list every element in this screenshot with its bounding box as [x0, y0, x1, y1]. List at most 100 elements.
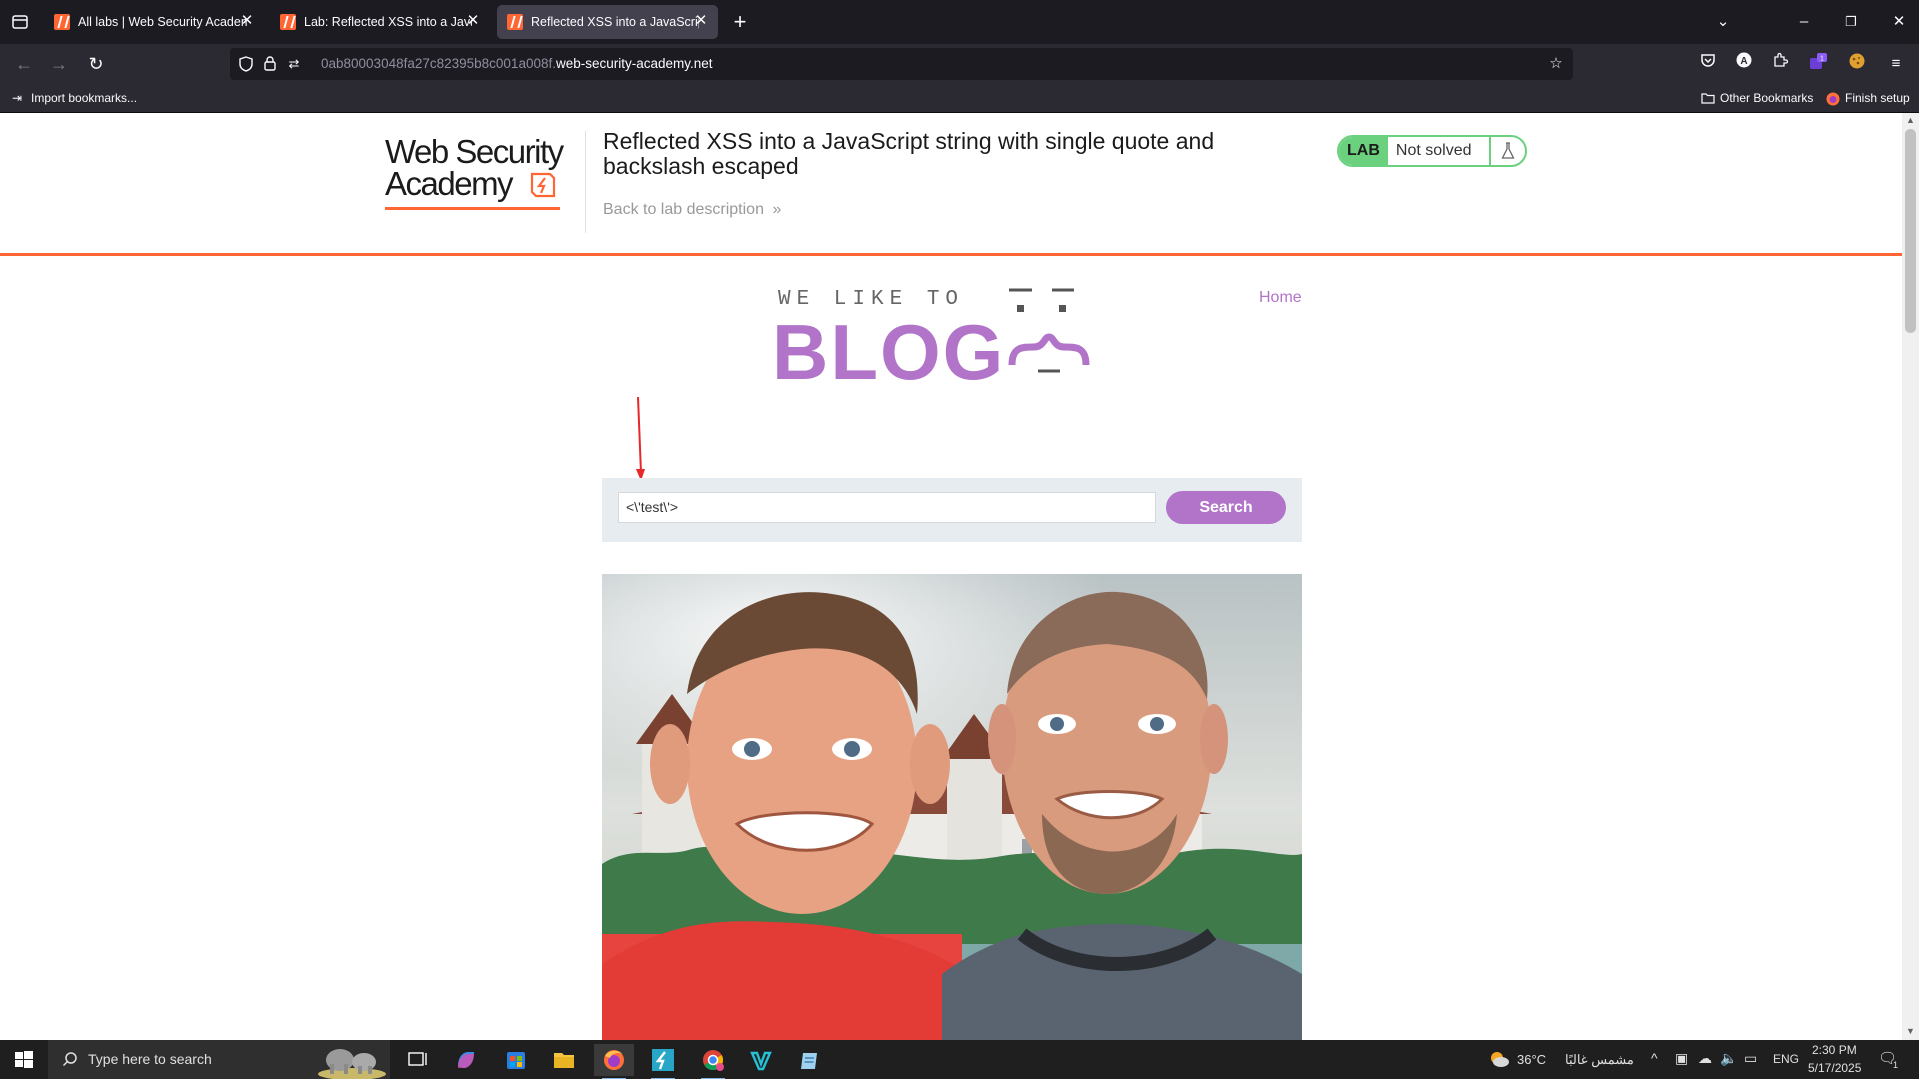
portswigger-favicon-icon: [54, 14, 70, 30]
close-window-icon[interactable]: ✕: [1885, 8, 1913, 36]
forward-arrow-icon[interactable]: →: [47, 52, 71, 76]
close-tab-icon[interactable]: ✕: [238, 12, 256, 30]
lab-badge: LAB: [1339, 137, 1388, 165]
page-permissions-icon[interactable]: ⇄: [286, 56, 302, 72]
onedrive-icon[interactable]: ☁: [1698, 1050, 1712, 1067]
windows-start-icon[interactable]: [0, 1040, 48, 1079]
tab-title: All labs | Web Security Academy: [78, 15, 248, 29]
import-bookmarks-label: Import bookmarks...: [31, 91, 138, 105]
search-icon: [62, 1052, 77, 1067]
web-security-academy-logo[interactable]: Web Security Academy: [385, 133, 575, 217]
folder-icon: [1701, 92, 1715, 104]
pocket-icon[interactable]: [1696, 52, 1720, 76]
taskbar-search-box[interactable]: Type here to search: [48, 1040, 390, 1079]
task-view-icon[interactable]: [396, 1044, 436, 1076]
back-arrow-icon[interactable]: ←: [12, 52, 36, 76]
tab-title: Reflected XSS into a JavaScript s: [531, 15, 699, 29]
portswigger-favicon-icon: [280, 14, 296, 30]
flask-icon: [1491, 137, 1525, 165]
svg-text:A: A: [1740, 56, 1747, 67]
double-chevron-right-icon: »: [772, 201, 782, 218]
logo-underline: [385, 207, 560, 210]
firefox-icon: [1826, 92, 1840, 106]
svg-text:1: 1: [1820, 56, 1824, 63]
url-domain: web-security-academy.net: [555, 56, 713, 71]
screen: All labs | Web Security Academy ✕ Lab: R…: [0, 0, 1919, 1079]
search-button[interactable]: Search: [1166, 491, 1286, 524]
annotation-arrow: [636, 397, 645, 481]
page-scrollbar[interactable]: ▲ ▼: [1902, 113, 1919, 1040]
burp-suite-icon[interactable]: [643, 1044, 683, 1079]
weather-description[interactable]: مشمس غالبًا: [1565, 1052, 1634, 1068]
meet-now-icon[interactable]: ▣: [1675, 1050, 1688, 1067]
finish-setup-label: Finish setup: [1845, 91, 1910, 105]
portswigger-favicon-icon: [507, 14, 523, 30]
tab-bar: All labs | Web Security Academy ✕ Lab: R…: [0, 0, 1919, 44]
windows-taskbar: Type here to search 36°C مشمس غالبًا ^ ▣…: [0, 1040, 1919, 1079]
import-icon: ⇥: [12, 91, 23, 105]
search-panel: <\'test\'> Search: [602, 478, 1302, 542]
tab-lab-page[interactable]: Reflected XSS into a JavaScript s ✕: [497, 5, 718, 39]
microsoft-store-icon[interactable]: [496, 1044, 536, 1076]
weather-temperature[interactable]: 36°C: [1517, 1052, 1546, 1067]
blog-post-image[interactable]: [602, 574, 1302, 1040]
extensions-puzzle-icon[interactable]: [1768, 52, 1792, 76]
menu-hamburger-icon[interactable]: ≡: [1884, 52, 1908, 76]
tab-title: Lab: Reflected XSS into a JavaSc: [304, 15, 472, 29]
url-subdomain: 0ab80003048fa27c82395b8c001a008f.: [321, 56, 556, 71]
chrome-icon[interactable]: [693, 1044, 733, 1079]
lab-status-text: Not solved: [1388, 137, 1492, 165]
header-divider: [585, 131, 586, 233]
back-to-lab-description-link[interactable]: Back to lab description »: [603, 201, 781, 219]
list-all-tabs-icon[interactable]: ⌄: [1709, 8, 1737, 36]
network-icon[interactable]: ▭: [1744, 1050, 1757, 1067]
url-text[interactable]: 0ab80003048fa27c82395b8c001a008f.web-sec…: [321, 56, 713, 71]
lock-icon[interactable]: [262, 56, 278, 72]
blog-logo-word: BLOG: [772, 308, 1006, 396]
reload-icon[interactable]: ↻: [84, 52, 108, 76]
account-icon[interactable]: A: [1732, 52, 1756, 76]
other-bookmarks-item[interactable]: Other Bookmarks: [1701, 91, 1813, 105]
finish-setup-item[interactable]: Finish setup: [1826, 91, 1910, 106]
close-tab-icon[interactable]: ✕: [692, 12, 710, 30]
volume-icon[interactable]: 🔈: [1720, 1050, 1737, 1067]
shield-icon[interactable]: [238, 56, 254, 72]
scroll-down-icon[interactable]: ▼: [1906, 1027, 1915, 1036]
language-indicator[interactable]: ENG: [1773, 1052, 1799, 1066]
tab-lab-description[interactable]: Lab: Reflected XSS into a JavaSc ✕: [270, 5, 490, 39]
show-hidden-icons-chevron-icon[interactable]: ^: [1651, 1050, 1658, 1066]
bookmark-star-icon[interactable]: ☆: [1548, 56, 1564, 72]
copilot-icon[interactable]: [446, 1044, 486, 1076]
cookie-extension-icon[interactable]: [1845, 52, 1869, 76]
close-tab-icon[interactable]: ✕: [464, 12, 482, 30]
clock-time[interactable]: 2:30 PM: [1812, 1043, 1857, 1057]
page-viewport: Web Security Academy Reflected XSS into …: [0, 113, 1919, 1040]
new-tab-button[interactable]: +: [727, 9, 753, 35]
file-explorer-icon[interactable]: [544, 1044, 584, 1076]
tab-list-icon[interactable]: [8, 10, 32, 34]
other-bookmarks-label: Other Bookmarks: [1720, 91, 1814, 105]
logo-line-2: Academy: [385, 165, 514, 202]
search-input[interactable]: <\'test\'>: [618, 492, 1156, 523]
firefox-taskbar-icon[interactable]: [594, 1044, 634, 1079]
lab-status-widget: LAB Not solved: [1337, 135, 1528, 167]
restore-icon[interactable]: ❐: [1837, 8, 1865, 36]
lab-header: Web Security Academy Reflected XSS into …: [0, 113, 1902, 256]
weather-sun-cloud-icon[interactable]: [1488, 1049, 1510, 1069]
notepad-icon[interactable]: [790, 1044, 830, 1076]
tab-all-labs[interactable]: All labs | Web Security Academy ✕: [44, 5, 264, 39]
visual-studio-code-icon[interactable]: [741, 1044, 781, 1076]
post-photo: [602, 574, 1302, 1040]
home-link[interactable]: Home: [1259, 289, 1302, 307]
minimize-icon[interactable]: –: [1790, 8, 1818, 36]
clock-date[interactable]: 5/17/2025: [1808, 1061, 1861, 1075]
blog-logo: WE LIKE TO BLOG: [770, 285, 1130, 396]
address-bar[interactable]: ⇄ 0ab80003048fa27c82395b8c001a008f.web-s…: [230, 48, 1573, 80]
scrollbar-thumb[interactable]: [1905, 129, 1916, 333]
taskbar-search-placeholder: Type here to search: [88, 1051, 212, 1067]
scroll-up-icon[interactable]: ▲: [1906, 116, 1915, 125]
import-bookmarks-item[interactable]: ⇥ Import bookmarks...: [12, 91, 137, 105]
extension-badge-icon[interactable]: 1: [1806, 52, 1830, 76]
navigation-toolbar: ← → ↻ ⇄ 0ab80003048fa27c82395b8c001a008f…: [0, 44, 1919, 84]
notification-count: 1: [1893, 1060, 1899, 1070]
